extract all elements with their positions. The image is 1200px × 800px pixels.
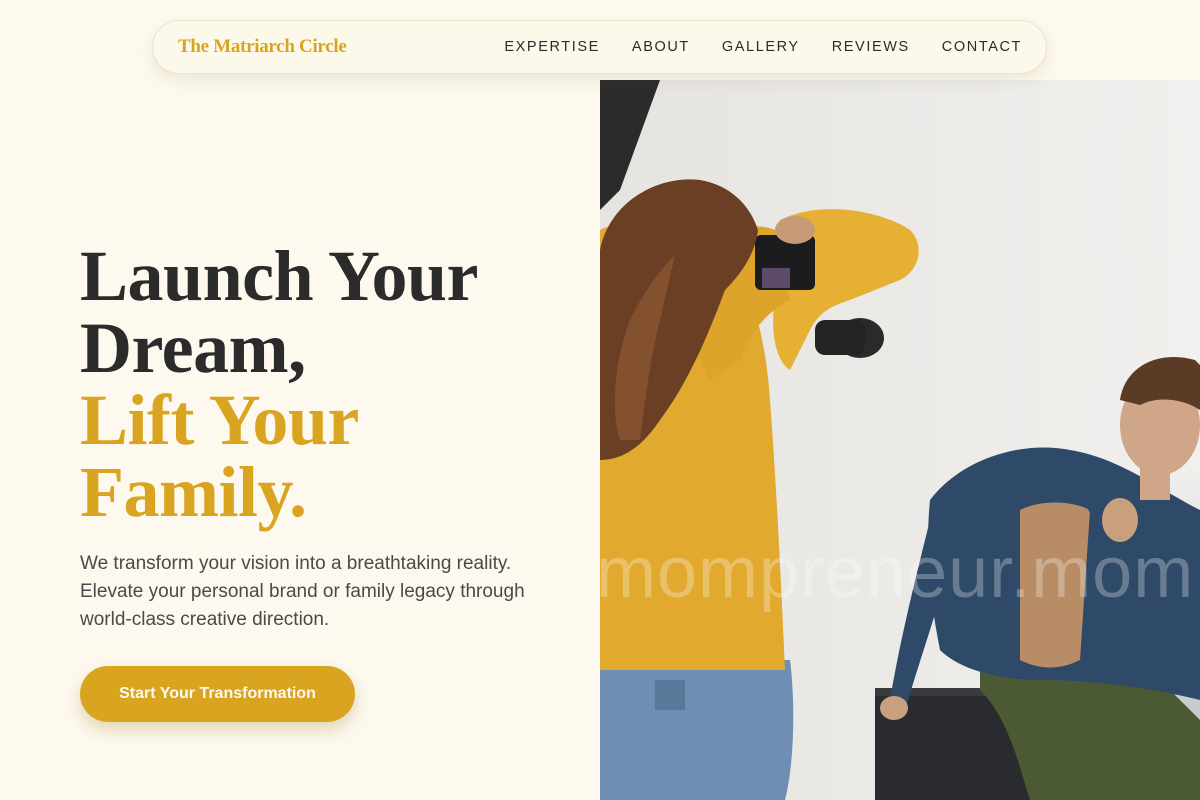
start-transformation-button[interactable]: Start Your Transformation <box>80 666 355 722</box>
hero-title: Launch Your Dream, Lift Your Family. <box>80 240 478 528</box>
hero-title-line-3: Lift Your <box>80 380 359 460</box>
navbar: The Matriarch Circle EXPERTISE ABOUT GAL… <box>152 20 1047 74</box>
nav-link-expertise[interactable]: EXPERTISE <box>504 39 600 55</box>
nav-link-about[interactable]: ABOUT <box>632 39 690 55</box>
nav-link-contact[interactable]: CONTACT <box>942 39 1022 55</box>
hero-title-line-4: Family. <box>80 452 307 532</box>
nav-links: EXPERTISE ABOUT GALLERY REVIEWS CONTACT <box>504 39 1022 55</box>
photoshoot-illustration <box>600 80 1200 800</box>
hero-title-line-1: Launch Your <box>80 236 478 316</box>
watermark-text: mompreneur.mom <box>600 533 1195 613</box>
brand-logo[interactable]: The Matriarch Circle <box>178 36 347 58</box>
nav-link-gallery[interactable]: GALLERY <box>722 39 800 55</box>
hero-title-line-2: Dream, <box>80 308 306 388</box>
nav-link-reviews[interactable]: REVIEWS <box>832 39 910 55</box>
hero-photo: mompreneur.mom <box>600 80 1200 800</box>
hero-subtitle: We transform your vision into a breathta… <box>80 553 525 630</box>
